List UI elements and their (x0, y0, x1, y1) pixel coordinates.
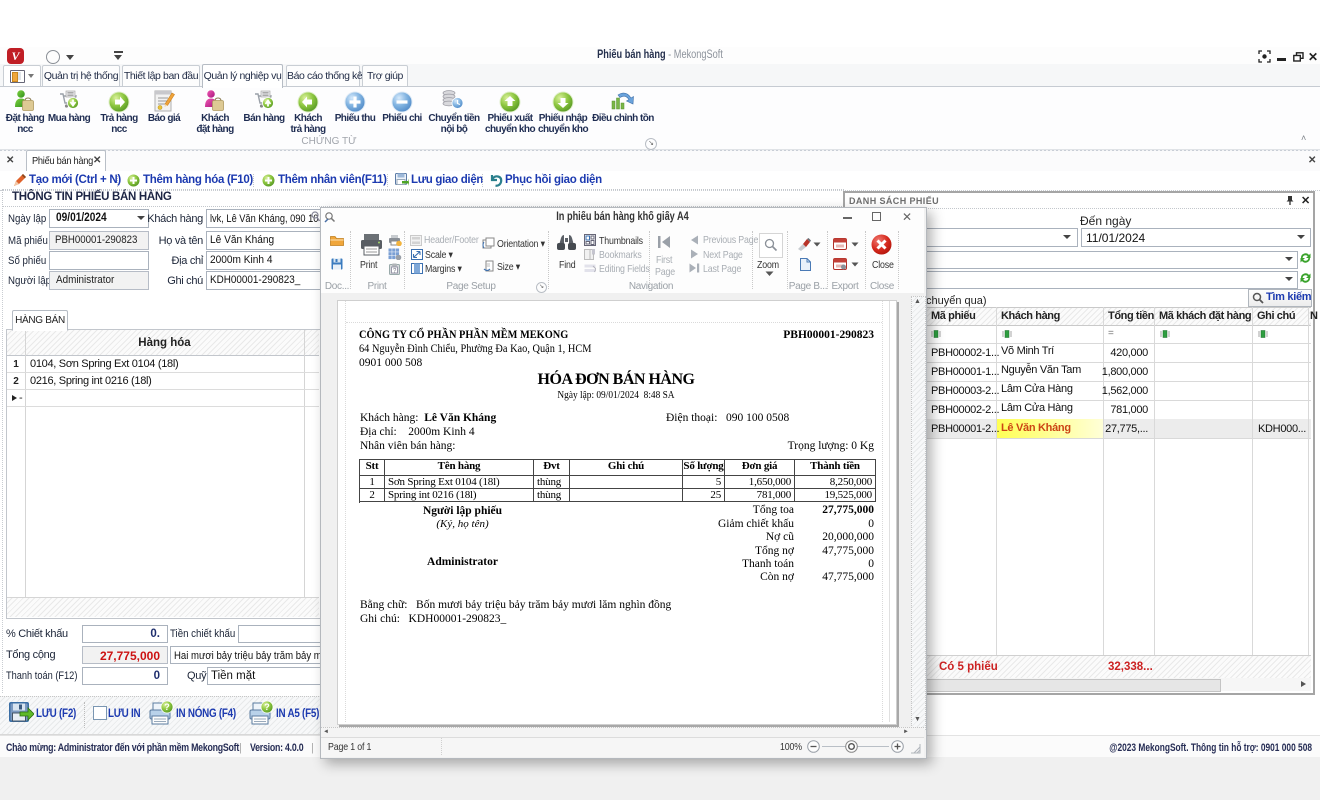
svg-text:?: ? (264, 702, 270, 712)
svg-text:?: ? (164, 702, 170, 712)
